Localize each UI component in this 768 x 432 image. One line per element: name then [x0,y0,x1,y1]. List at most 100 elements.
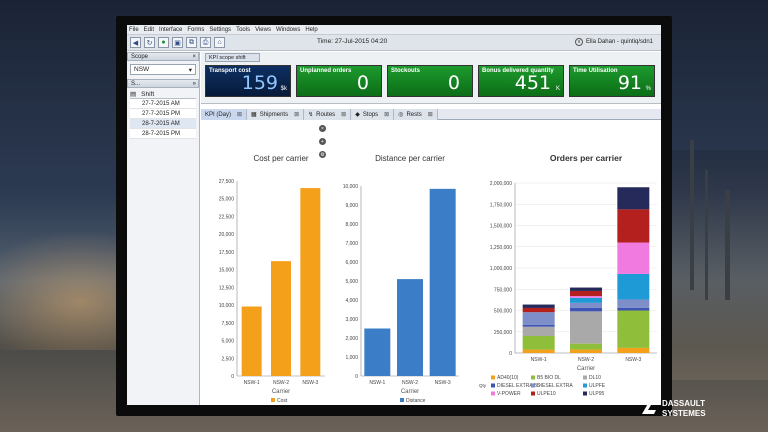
y-tick-label: 2,000,000 [490,181,512,187]
close-icon[interactable]: ⊠ [237,111,242,118]
kpi-unit: $k [280,86,287,92]
chevron-down-icon: ▾ [188,66,192,74]
shift-column-header[interactable]: ▤ Shift [130,90,196,99]
shift-list: 27-7-2015 AM 27-7-2015 PM 28-7-2015 AM 28-7… [127,99,199,139]
copy-button[interactable]: ⧉ [186,37,197,48]
menu-item-tools[interactable]: Tools [236,27,250,33]
y-tick-label: 22,500 [219,214,235,220]
kpi-tile[interactable]: Unplanned orders 0 [296,65,382,97]
chart-title: Distance per carrier [375,154,445,163]
menu-item-settings[interactable]: Settings [209,27,231,33]
kpi-value: 91 [617,72,642,94]
y-tick-label: 0 [355,374,358,380]
bar [522,336,555,350]
close-icon[interactable]: ⊠ [384,111,389,118]
scope-dropdown[interactable]: NSW ▾ [130,64,196,75]
back-button[interactable]: ◀ [130,37,141,48]
bar [617,209,650,243]
legend-swatch [491,391,495,396]
tab-icon: ↯ [308,112,314,118]
y-tick-label: 17,500 [219,250,235,256]
close-icon[interactable]: ⊠ [294,111,299,118]
menu-item-windows[interactable]: Windows [276,27,300,33]
bar [617,187,650,210]
save-button[interactable]: ▣ [172,37,183,48]
y-tick-label: 9,000 [345,203,358,209]
legend-label: Distance [406,398,426,404]
view-tabs: KPI (Day) ⊠ ▦ Shipments ⊠ ↯ Routes ⊠ ◆ Stops ⊠ ◎ Res… [201,109,661,120]
x-axis-label: Carrier [577,366,595,372]
bar [429,188,456,376]
menu-item-file[interactable]: File [129,27,139,33]
refresh-button[interactable]: ↻ [144,37,155,48]
close-icon[interactable]: × [192,54,196,60]
bar [570,297,602,303]
run-button[interactable]: ● [158,37,169,48]
tab-label: Rests [406,111,422,118]
expand-icon[interactable]: » [193,81,196,87]
y-tick-label: 12,500 [219,285,235,291]
close-icon[interactable]: ⊠ [341,111,346,118]
kpi-tile[interactable]: Time Utilisation 91% [569,65,655,97]
tab-label: Stops [362,111,379,118]
legend-swatch [583,383,587,388]
y-tick-label: 1,000 [345,355,358,361]
menu-item-edit[interactable]: Edit [144,27,154,33]
kpi-value: 0 [356,72,369,94]
kpi-label: Unplanned orders [300,68,352,74]
x-tick-label: NSW-1 [531,357,547,363]
kpi-tile[interactable]: Stockouts 0 [387,65,473,97]
legend-label: Cost [277,398,288,404]
bar [617,310,650,348]
close-icon[interactable]: × [319,125,326,132]
legend-label: ULPE10 [537,391,556,397]
legend-label: AD40(10) [497,375,519,381]
y-tick-label: 1,250,000 [490,245,512,251]
background-tower [725,190,730,300]
y-tick-label: 250,000 [494,330,512,336]
kpi-scope-tab[interactable]: KPI scope shift [205,53,260,62]
user-info[interactable]: v Ella Dahan - quintiq/sdn1 [574,38,653,46]
logo-text-1: DASSAULT [662,399,705,408]
print-button[interactable]: ⎙ [200,37,211,48]
chevron-down-icon: v [574,38,583,46]
bar [570,311,602,344]
y-tick-label: 25,000 [219,197,235,203]
tab-icon: ◎ [398,112,404,118]
shift-row[interactable]: 27-7-2015 AM [130,99,196,109]
kpi-unit: K [555,86,560,92]
scope-panel-header: Scope × [127,52,199,61]
shift-row[interactable]: 28-7-2015 AM [130,119,196,129]
tab-kpi-day[interactable]: KPI (Day) ⊠ [201,109,248,120]
menu-item-help[interactable]: Help [305,27,317,33]
y-tick-label: 8,000 [345,222,358,228]
tab-stops[interactable]: ◆ Stops ⊠ [351,109,395,120]
tab-rests[interactable]: ◎ Rests ⊠ [394,109,438,120]
settings-icon[interactable]: ⚙ [319,151,326,158]
legend-swatch [531,375,535,380]
kpi-value: 451 [514,72,551,94]
bar [522,307,555,313]
y-tick-label: 10,000 [219,303,235,309]
menu-item-forms[interactable]: Forms [187,27,204,33]
charts-svg: Cost per carrier 0 2,500 5,000 7,500 10,000 12… [219,153,657,404]
kpi-tile[interactable]: Bonus delivered quantity 451 K [478,65,564,97]
tab-routes[interactable]: ↯ Routes ⊠ [304,109,352,120]
scope-value: NSW [134,66,150,73]
shift-row[interactable]: 27-7-2015 PM [130,109,196,119]
kpi-tile[interactable]: Transport cost 159 $k [205,65,291,97]
bar [570,302,602,308]
zoom-icon[interactable]: + [319,138,326,145]
legend-prefix: Qty [479,383,487,388]
kpi-value: 0 [447,72,460,94]
y-tick-label: 750,000 [494,287,512,293]
shift-row[interactable]: 28-7-2015 PM [130,129,196,139]
close-icon[interactable]: ⊠ [428,111,433,118]
menu-item-interface[interactable]: Interface [159,27,182,33]
y-tick-label: 1,000,000 [490,266,512,272]
menu-item-views[interactable]: Views [255,27,271,33]
lock-button[interactable]: ⌂ [214,37,225,48]
tab-shipments[interactable]: ▦ Shipments ⊠ [247,109,305,120]
y-tick-label: 7,500 [221,321,234,327]
background-right [658,150,768,380]
